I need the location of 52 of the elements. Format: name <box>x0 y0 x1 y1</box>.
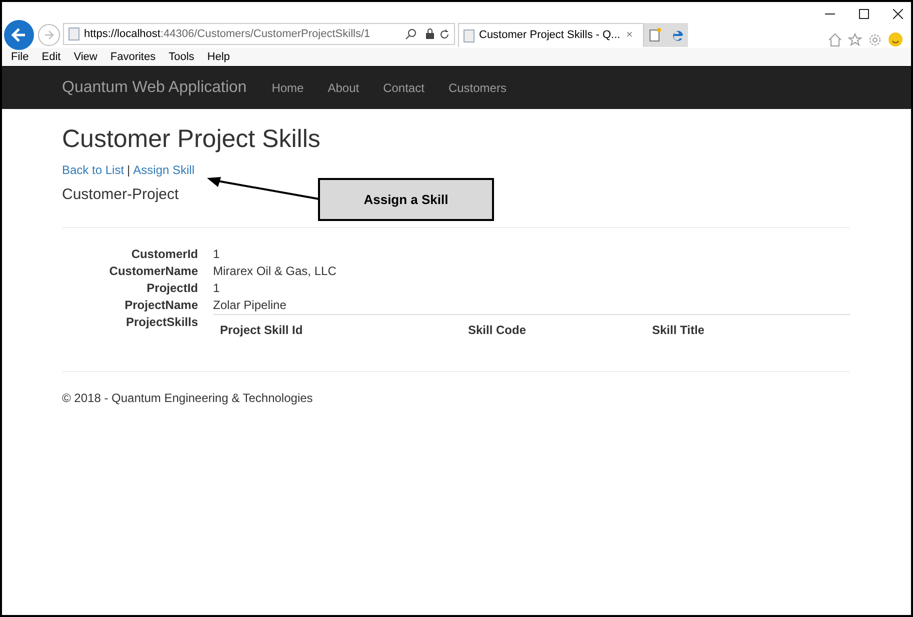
refresh-icon[interactable] <box>439 28 450 40</box>
column-header: Skill Title <box>651 322 706 338</box>
column-header: Project Skill Id <box>219 322 304 338</box>
field-value: Mirarex Oil & Gas, LLC <box>213 262 338 280</box>
footer-text: © 2018 - Quantum Engineering & Technologies <box>62 390 314 406</box>
nav-link[interactable]: About <box>328 79 360 97</box>
address-bar[interactable]: https://localhost:44306/Customers/CustomerProjectSkills/1 <box>63 23 455 45</box>
menu-item[interactable]: Edit <box>42 48 61 66</box>
new-tab-button[interactable] <box>644 23 666 47</box>
link-separator: | <box>127 162 130 179</box>
right-arrow-icon <box>43 29 55 41</box>
close-icon[interactable] <box>893 9 903 19</box>
field-value: 1 <box>213 246 221 262</box>
left-arrow-icon <box>10 26 28 44</box>
nav-link[interactable]: Customers <box>448 79 506 97</box>
menu-item[interactable]: Favorites <box>110 48 156 66</box>
search-icon[interactable] <box>405 28 417 40</box>
new-page-icon <box>649 28 661 42</box>
section-heading: Customer-Project <box>62 185 179 205</box>
menu-item[interactable]: Help <box>207 48 230 66</box>
field-label: ProjectSkills <box>124 314 198 330</box>
column-header: Skill Code <box>467 322 528 338</box>
maximize-icon[interactable] <box>859 9 869 19</box>
field-value: 1 <box>213 280 221 296</box>
menu-item[interactable]: Tools <box>168 48 194 66</box>
edge-button[interactable] <box>666 23 688 47</box>
brand-link[interactable]: Quantum Web Application <box>62 76 247 100</box>
nav-link[interactable]: Home <box>272 79 304 97</box>
tab-close-button[interactable]: × <box>626 27 633 44</box>
field-label: ProjectName <box>124 296 198 314</box>
page-link[interactable]: Assign Skill <box>133 161 195 179</box>
page-icon <box>68 27 80 41</box>
home-icon[interactable] <box>828 32 842 46</box>
field-label: ProjectId <box>146 280 198 296</box>
settings-icon[interactable] <box>868 32 882 46</box>
tab-title: Customer Project Skills - Q... <box>479 28 620 44</box>
nav-link[interactable]: Contact <box>383 79 424 97</box>
back-button[interactable] <box>4 20 34 50</box>
star-icon[interactable] <box>848 32 862 46</box>
smiley-icon[interactable] <box>888 32 903 47</box>
field-label: CustomerName <box>108 262 198 280</box>
page-icon <box>463 28 475 42</box>
page-link[interactable]: Back to List <box>62 161 124 179</box>
page-title: Customer Project Skills <box>62 124 322 155</box>
field-value: Zolar Pipeline <box>213 296 288 314</box>
browser-tab[interactable]: Customer Project Skills - Q... × <box>458 23 644 47</box>
menu-item[interactable]: File <box>11 48 29 66</box>
field-label: CustomerId <box>130 246 198 262</box>
callout-box: Assign a Skill <box>318 178 494 221</box>
lock-icon <box>425 28 435 40</box>
url-text: https://localhost:44306/Customers/CustomerProjectSkills/1 <box>84 26 370 42</box>
menu-item[interactable]: View <box>74 48 98 66</box>
